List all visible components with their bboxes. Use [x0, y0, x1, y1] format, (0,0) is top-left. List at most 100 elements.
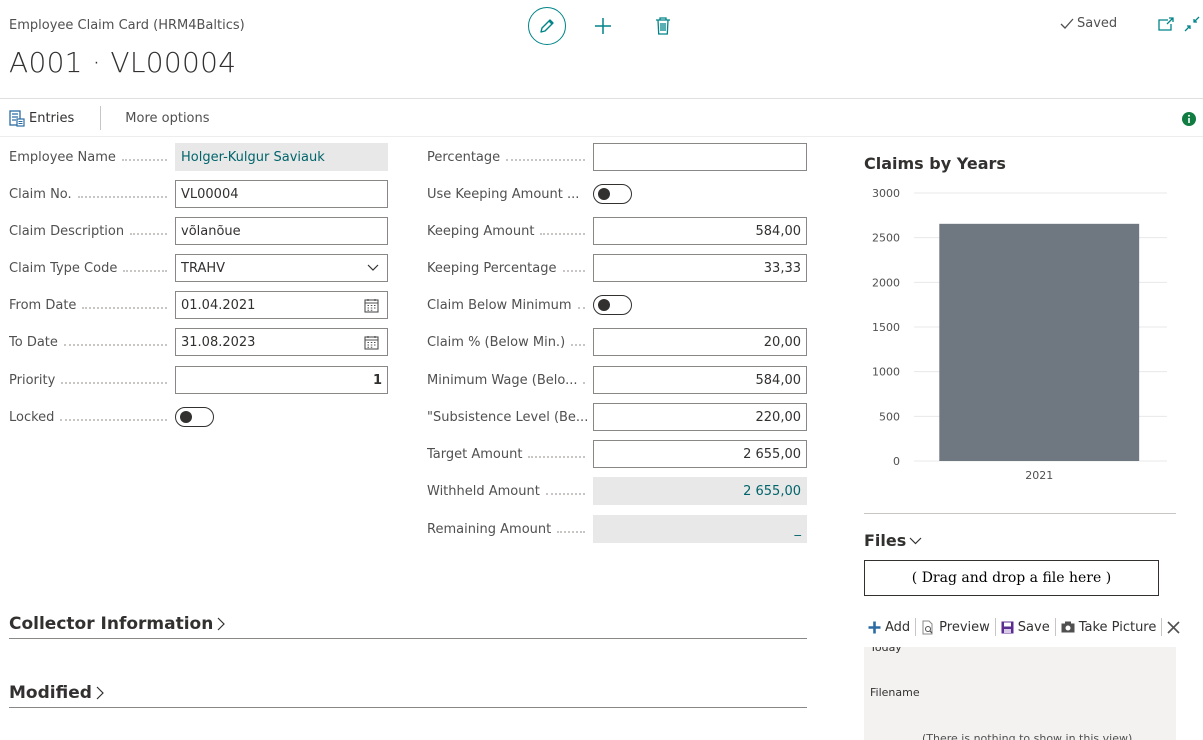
open-new-window-icon: [1158, 17, 1174, 31]
keeping-amount-input[interactable]: 584,00: [593, 217, 807, 245]
edit-button[interactable]: [528, 7, 566, 45]
plus-icon: [868, 621, 881, 633]
field-label: To Date: [9, 335, 175, 350]
actionbar-divider: [0, 136, 1203, 137]
save-file-button[interactable]: Save: [1001, 620, 1050, 635]
delete-file-button[interactable]: [1167, 620, 1184, 634]
new-button[interactable]: [588, 7, 618, 45]
close-icon: [1167, 620, 1180, 634]
field-locked: Locked: [9, 403, 214, 431]
withheld-amount-field[interactable]: 2 655,00: [593, 477, 807, 505]
file-dropzone[interactable]: ( Drag and drop a file here ): [864, 560, 1159, 596]
files-section-header[interactable]: Files: [864, 531, 922, 550]
claim-pct-below-min-input[interactable]: 20,00: [593, 328, 807, 356]
files-list: Today Filename (There is nothing to show…: [864, 647, 1176, 740]
page-caption: Employee Claim Card (HRM4Baltics): [9, 18, 245, 33]
bar-2021[interactable]: [939, 223, 1140, 461]
toolbar-separator: [1161, 618, 1163, 636]
use-keeping-amount-toggle[interactable]: [593, 184, 632, 204]
field-keeping-amount: Keeping Amount 584,00: [427, 217, 807, 245]
field-label: Minimum Wage (Belo...: [427, 373, 593, 388]
field-claim-description: Claim Description võlanõue: [9, 217, 388, 245]
info-button[interactable]: [1182, 111, 1196, 130]
preview-icon: [922, 620, 933, 634]
subsistence-level-input[interactable]: 220,00: [593, 403, 807, 431]
chart-title: Claims by Years: [864, 154, 1006, 173]
calendar-icon[interactable]: [364, 298, 379, 313]
field-claim-pct-below-min: Claim % (Below Min.) 20,00: [427, 328, 807, 356]
field-label: Claim No.: [9, 187, 175, 202]
employee-name-field[interactable]: Holger-Kulgur Saviauk: [175, 143, 388, 171]
pencil-icon: [540, 19, 554, 33]
field-target-amount: Target Amount 2 655,00: [427, 440, 807, 468]
more-options-button[interactable]: More options: [125, 111, 209, 126]
claim-no-input[interactable]: VL00004: [175, 180, 388, 208]
preview-button[interactable]: Preview: [921, 620, 990, 635]
keeping-percentage-input[interactable]: 33,33: [593, 254, 807, 282]
to-date-input[interactable]: 31.08.2023: [175, 328, 388, 356]
priority-input[interactable]: 1: [175, 366, 388, 394]
info-icon: [1182, 112, 1196, 126]
claim-description-input[interactable]: võlanõue: [175, 217, 388, 245]
add-label: Add: [885, 619, 911, 635]
window-controls: [1148, 16, 1200, 32]
chevron-right-icon: [96, 686, 104, 700]
calendar-icon[interactable]: [364, 335, 379, 350]
action-separator: [100, 106, 102, 130]
files-title: Files: [864, 531, 907, 550]
field-keeping-percentage: Keeping Percentage 33,33: [427, 254, 807, 282]
y-tick-label: 0: [893, 455, 900, 468]
entries-action[interactable]: Entries: [9, 109, 74, 127]
y-tick-label: 1500: [872, 321, 900, 334]
field-label: Claim Type Code: [9, 261, 175, 276]
from-date-input[interactable]: 01.04.2021: [175, 291, 388, 319]
header-divider: [0, 98, 1203, 99]
claim-below-minimum-toggle[interactable]: [593, 295, 632, 315]
take-picture-button[interactable]: Take Picture: [1061, 619, 1157, 635]
percentage-input[interactable]: [593, 143, 807, 171]
take-picture-label: Take Picture: [1078, 619, 1157, 635]
field-label: Keeping Percentage: [427, 261, 593, 276]
collector-information-section[interactable]: Collector Information: [9, 614, 226, 634]
target-amount-input[interactable]: 2 655,00: [593, 440, 807, 468]
action-bar: Entries More options: [9, 106, 210, 130]
minimum-wage-input[interactable]: 584,00: [593, 366, 807, 394]
list-clipped-text: Today: [870, 647, 902, 654]
empty-list-message: (There is nothing to show in this view): [922, 732, 1133, 740]
field-employee-name: Employee Name Holger-Kulgur Saviauk: [9, 143, 388, 171]
locked-toggle[interactable]: [175, 407, 214, 427]
field-label: Use Keeping Amount ...: [427, 186, 580, 202]
chevron-down-icon: [367, 264, 379, 271]
y-tick-label: 500: [879, 410, 900, 423]
field-label: Claim Description: [9, 224, 175, 239]
modified-section[interactable]: Modified: [9, 683, 104, 703]
collapse-icon: [1184, 16, 1200, 32]
checkmark-icon: [1060, 18, 1074, 29]
chevron-down-icon: [909, 537, 922, 544]
filename-column-header[interactable]: Filename: [870, 686, 920, 699]
field-label: Remaining Amount: [427, 522, 593, 537]
x-tick-label: 2021: [1025, 469, 1053, 482]
remaining-amount-field[interactable]: _: [593, 515, 807, 543]
field-minimum-wage: Minimum Wage (Belo... 584,00: [427, 366, 807, 394]
field-subsistence-level: "Subsistence Level (Be... 220,00: [427, 403, 807, 431]
field-label: Percentage: [427, 150, 593, 165]
save-label: Save: [1017, 619, 1050, 635]
collapse-button[interactable]: [1184, 16, 1200, 32]
field-withheld-amount: Withheld Amount 2 655,00: [427, 477, 807, 505]
field-from-date: From Date 01.04.2021: [9, 291, 388, 319]
delete-button[interactable]: [648, 7, 678, 45]
y-tick-label: 2000: [872, 276, 900, 289]
add-file-button[interactable]: Add: [868, 620, 910, 635]
claim-type-code-select[interactable]: TRAHV: [175, 254, 388, 282]
open-new-window-button[interactable]: [1158, 17, 1174, 31]
field-label: Withheld Amount: [427, 484, 593, 499]
preview-label: Preview: [939, 619, 990, 635]
field-to-date: To Date 31.08.2023: [9, 328, 388, 356]
y-tick-label: 2500: [872, 232, 900, 245]
plus-icon: [595, 18, 611, 34]
section-title: Modified: [9, 683, 92, 703]
field-use-keeping-amount: Use Keeping Amount ...: [427, 180, 632, 208]
field-claim-type-code: Claim Type Code TRAHV: [9, 254, 388, 282]
y-tick-label: 1000: [872, 366, 900, 379]
